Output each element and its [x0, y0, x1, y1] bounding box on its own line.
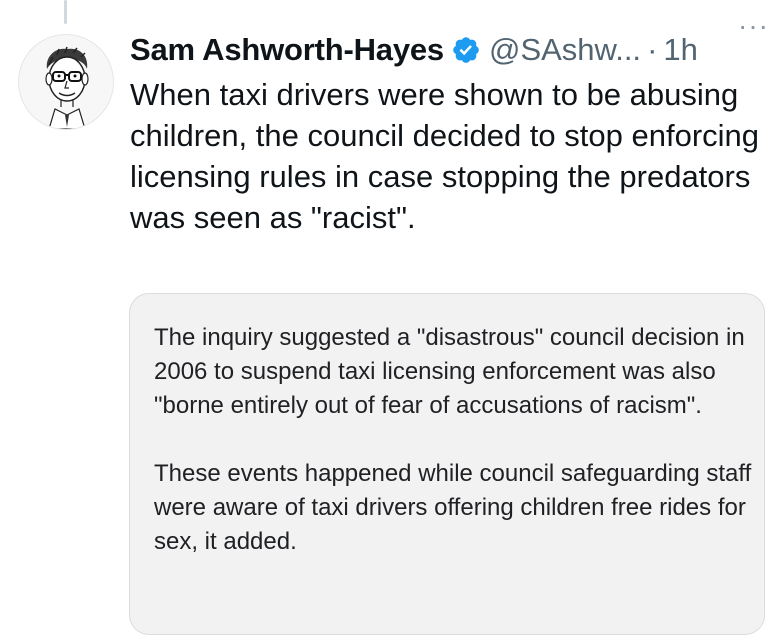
quote-paragraph-2: These events happened while council safe…	[154, 460, 758, 555]
avatar[interactable]	[18, 34, 114, 130]
thread-connector-line	[64, 0, 67, 24]
tweet-header: Sam Ashworth-Hayes @SAshw... · 1h	[130, 28, 771, 72]
quote-paragraph-1: The inquiry suggested a "disastrous" cou…	[154, 324, 752, 419]
verified-badge-icon	[453, 37, 479, 63]
author-handle[interactable]: @SAshw...	[489, 32, 641, 68]
author-name[interactable]: Sam Ashworth-Hayes	[130, 32, 444, 68]
time-separator: ·	[647, 32, 658, 67]
more-options-icon[interactable]: ···	[738, 10, 769, 42]
tweet-text: When taxi drivers were shown to be abusi…	[130, 77, 768, 235]
tweet-time[interactable]: 1h	[663, 32, 697, 68]
caricature-portrait-icon	[45, 46, 89, 129]
quoted-text: The inquiry suggested a "disastrous" cou…	[154, 321, 754, 559]
quoted-excerpt-card[interactable]: The inquiry suggested a "disastrous" cou…	[129, 293, 765, 635]
